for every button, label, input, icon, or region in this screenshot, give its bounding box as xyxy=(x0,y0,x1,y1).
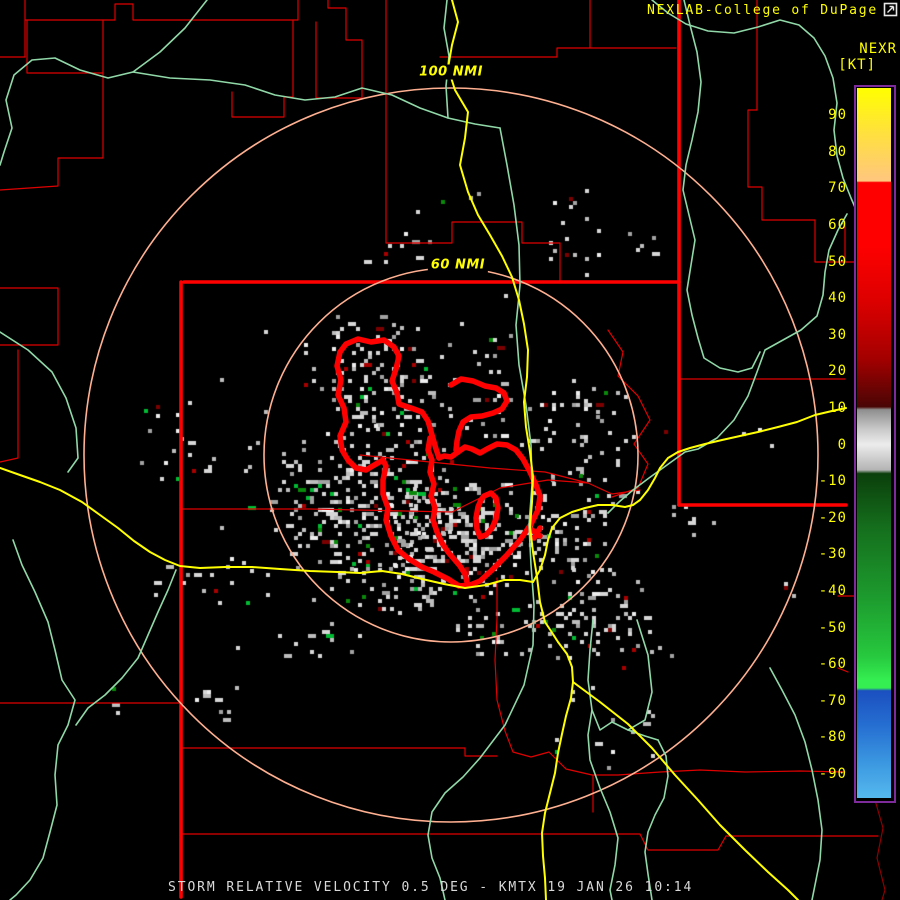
county-line xyxy=(439,47,677,58)
colorbar-tick-label: 90 xyxy=(828,107,847,124)
colorbar-tick-label: -80 xyxy=(818,729,847,746)
county-line xyxy=(182,747,498,757)
county-line xyxy=(607,329,651,498)
county-line xyxy=(24,0,299,21)
colorbar-tick-label: -50 xyxy=(818,619,847,636)
river-line xyxy=(9,539,76,900)
storm-contour xyxy=(448,376,510,453)
county-line xyxy=(182,833,879,851)
colorbar-tick-label: 70 xyxy=(828,180,847,197)
river-line xyxy=(769,667,823,900)
colorbar-tick-label: 0 xyxy=(837,436,847,453)
colorbar-gradient xyxy=(857,88,891,798)
river-line xyxy=(443,0,450,119)
county-lines-layer xyxy=(0,0,887,900)
county-line xyxy=(0,72,104,191)
colorbar-unit-label: [KT] xyxy=(838,57,876,73)
map-overlay xyxy=(0,0,887,900)
colorbar-tick-label: -40 xyxy=(818,582,847,599)
highways-layer xyxy=(0,0,847,900)
county-line xyxy=(494,617,846,776)
colorbar-tick-label: -90 xyxy=(818,765,847,782)
radar-display: NEXLAB-College of DuPage NEXR [KT] 90 80 7… xyxy=(0,0,900,900)
status-bar: STORM RELATIVE VELOCITY 0.5 DEG - KMTX 1… xyxy=(168,880,694,895)
external-link-icon[interactable] xyxy=(883,2,898,17)
colorbar-tick-label: 30 xyxy=(828,326,847,343)
river-line xyxy=(0,331,79,473)
colorbar-tick-label: 50 xyxy=(828,253,847,270)
colorbar-tick-label: 10 xyxy=(828,399,847,416)
county-line xyxy=(0,19,26,58)
colorbar-tick-label: -60 xyxy=(818,656,847,673)
river-line xyxy=(75,569,177,726)
county-line xyxy=(26,19,104,74)
highway-line xyxy=(532,407,847,583)
river-line xyxy=(627,619,653,731)
colorbar-tick-label: -20 xyxy=(818,509,847,526)
colorbar-tick-label: 60 xyxy=(828,216,847,233)
county-line xyxy=(0,287,59,346)
highway-line xyxy=(572,681,799,900)
county-line xyxy=(385,0,561,282)
county-line xyxy=(231,19,294,118)
colorbar-tick-label: -10 xyxy=(818,473,847,490)
app-title: NEXLAB-College of DuPage xyxy=(646,3,878,18)
county-line xyxy=(315,0,363,99)
river-line xyxy=(587,619,659,741)
county-line xyxy=(0,349,19,463)
storm-contour xyxy=(473,490,501,540)
colorbar-tick-label: 80 xyxy=(828,143,847,160)
river-line xyxy=(607,213,848,514)
storm-contour xyxy=(425,435,470,585)
river-line xyxy=(427,127,535,900)
colorbar-tick-label: 40 xyxy=(828,290,847,307)
colorbar-tick-label: 20 xyxy=(828,363,847,380)
river-line xyxy=(651,0,858,213)
county-line xyxy=(182,508,453,513)
range-ring-label: 60 NMI xyxy=(427,257,489,273)
colorbar-product-label: NEXR xyxy=(859,41,897,57)
range-ring-label: 100 NMI xyxy=(416,64,486,80)
colorbar-tick-label: -70 xyxy=(818,692,847,709)
colorbar xyxy=(854,85,896,803)
storm-contour xyxy=(337,336,442,461)
colorbar-tick-label: -30 xyxy=(818,546,847,563)
county-line xyxy=(359,454,589,484)
